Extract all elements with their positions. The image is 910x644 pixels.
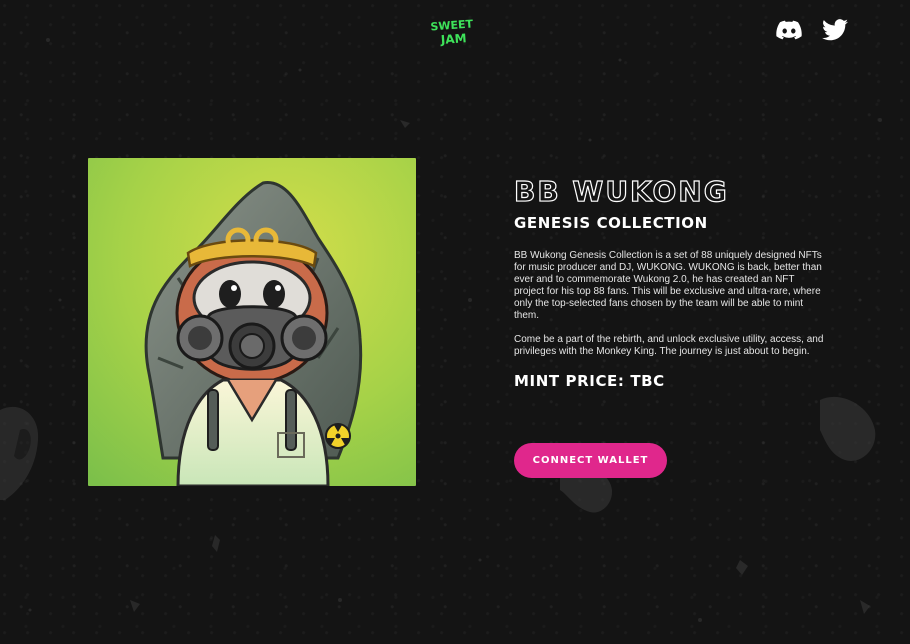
- mint-price: MINT PRICE: TBC: [514, 372, 665, 390]
- social-links: [776, 18, 848, 42]
- collection-description: BB Wukong Genesis Collection is a set of…: [514, 250, 822, 321]
- logo-text-top: SWEET: [430, 18, 474, 34]
- discord-icon: [776, 20, 802, 40]
- collection-subtitle: GENESIS COLLECTION: [514, 214, 708, 232]
- nft-artwork-image: [88, 158, 416, 486]
- logo-text-bottom: JAM: [439, 31, 467, 47]
- collection-info: BB WUKONG GENESIS COLLECTION BB Wukong G…: [513, 175, 834, 390]
- collection-title: BB WUKONG: [513, 175, 729, 208]
- sweet-jam-logo[interactable]: SWEET JAM: [430, 16, 476, 48]
- landing-page: SWEET JAM BB WUKONG GENESIS COLLECTION B…: [0, 0, 910, 644]
- connect-wallet-button[interactable]: CONNECT WALLET: [514, 443, 667, 478]
- twitter-link[interactable]: [822, 18, 848, 42]
- twitter-icon: [822, 19, 848, 41]
- discord-link[interactable]: [776, 18, 802, 42]
- collection-description-secondary: Come be a part of the rebirth, and unloc…: [514, 334, 824, 357]
